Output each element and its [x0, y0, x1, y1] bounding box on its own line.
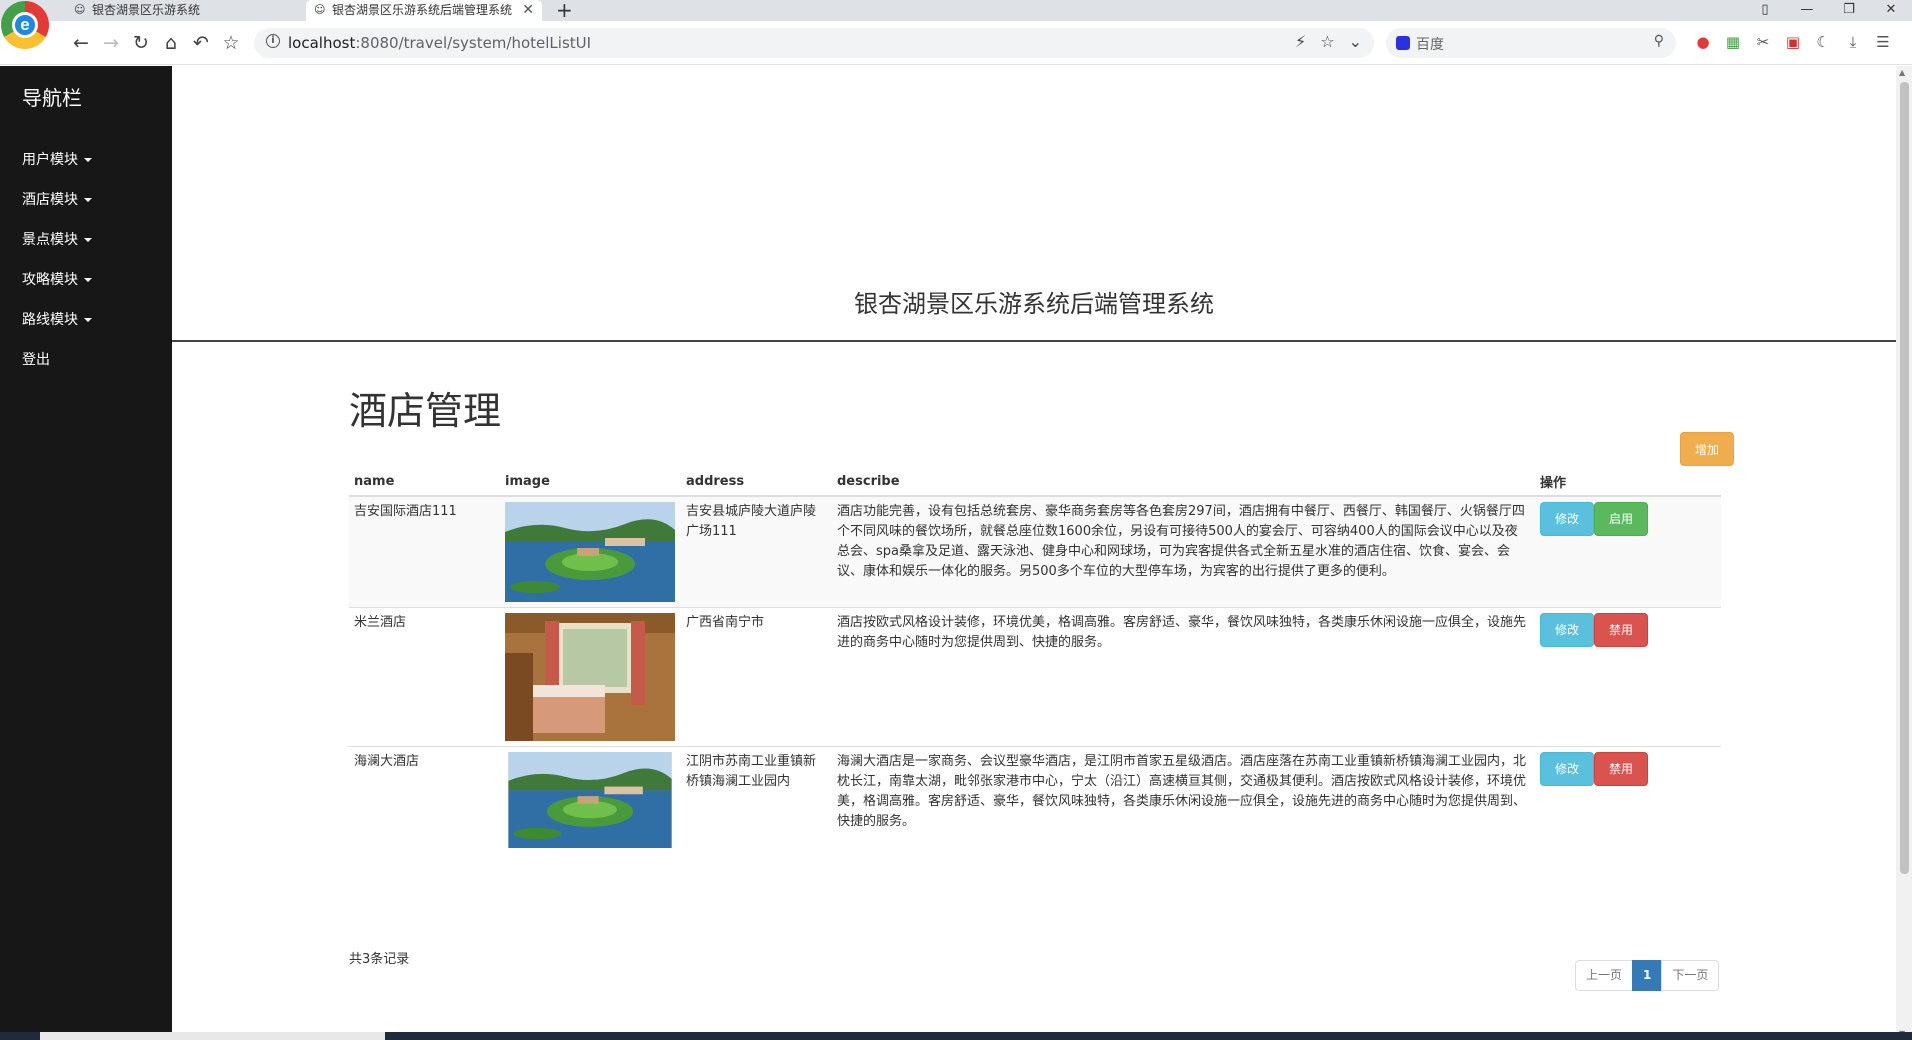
address-bar[interactable]: i localhost:8080/travel/system/hotelList… — [254, 28, 1374, 58]
column-header-image: image — [500, 468, 681, 497]
caret-down-icon — [84, 238, 92, 242]
browser-tab-title: 银杏湖景区乐游系统 — [92, 3, 201, 17]
home-icon[interactable]: ⌂ — [158, 30, 184, 56]
search-placeholder: 百度 — [1416, 37, 1444, 53]
hotel-image — [505, 613, 675, 741]
close-tab-icon[interactable]: ✕ — [522, 0, 534, 20]
browser-tab-title: 银杏湖景区乐游系统后端管理系统 — [332, 3, 513, 17]
weibo-icon[interactable]: ● — [1694, 33, 1712, 51]
scrollbar-thumb[interactable] — [1900, 82, 1909, 874]
sidebar: 导航栏 用户模块 酒店模块 景点模块 攻略模块 路线模块 登出 — [0, 66, 172, 1040]
browser-tab[interactable]: ☺ 银杏湖景区乐游系统 — [66, 0, 302, 21]
next-page-button[interactable]: 下一页 — [1661, 960, 1720, 991]
page-title: 酒店管理 — [349, 389, 502, 433]
pagination: 上一页 1 下一页 — [1575, 960, 1720, 991]
apps-grid-icon[interactable]: ▦ — [1724, 33, 1742, 51]
bookmark-star-icon[interactable]: ☆ — [218, 30, 244, 56]
taskbar-item[interactable] — [40, 1032, 385, 1040]
hotel-table: name image address describe 操作 吉安国际酒店111 — [349, 468, 1721, 853]
maximize-button[interactable]: ❐ — [1828, 0, 1870, 21]
hotel-name: 吉安国际酒店111 — [349, 495, 500, 608]
lightning-icon[interactable]: ⚡ — [1295, 32, 1306, 51]
sidebar-item-guide-module[interactable]: 攻略模块 — [0, 260, 172, 300]
sidebar-item-scenic-module[interactable]: 景点模块 — [0, 220, 172, 260]
reload-icon[interactable]: ↻ — [128, 30, 154, 56]
pdf-icon[interactable]: ▣ — [1784, 33, 1802, 51]
page-number-button[interactable]: 1 — [1632, 960, 1663, 991]
hotel-image — [505, 502, 675, 602]
table-row: 米兰酒店 广西省南宁市 酒店按欧式风格设计装修，环境优美，格调高雅。客房舒适、豪… — [349, 607, 1721, 747]
column-header-name: name — [349, 468, 500, 497]
browser-tab-active[interactable]: ☺ 银杏湖景区乐游系统后端管理系统 ✕ — [306, 0, 542, 21]
hotel-name: 海澜大酒店 — [349, 746, 500, 853]
table-row: 吉安国际酒店111 吉安县城庐陵大道庐陵广场111 酒店功能完善，设有包括总统套… — [349, 495, 1721, 608]
hotel-description: 酒店按欧式风格设计装修，环境优美，格调高雅。客房舒适、豪华，餐饮风味独特，各类康… — [832, 607, 1535, 747]
download-icon[interactable]: ⤓ — [1844, 33, 1862, 51]
caret-down-icon — [84, 318, 92, 322]
back-icon[interactable]: ← — [68, 30, 94, 56]
browser-toolbar: ← → ↻ ⌂ ↶ ☆ i localhost:8080/travel/syst… — [0, 21, 1912, 65]
sidebar-item-logout[interactable]: 登出 — [0, 340, 172, 380]
undo-icon[interactable]: ↶ — [188, 30, 214, 56]
table-header-row: name image address describe 操作 — [349, 468, 1721, 497]
page-favicon-icon: ☺ — [314, 3, 326, 16]
scissors-icon[interactable]: ✂ — [1754, 33, 1772, 51]
scroll-up-icon[interactable]: ▲ — [1899, 68, 1905, 77]
sidebar-nav: 用户模块 酒店模块 景点模块 攻略模块 路线模块 登出 — [0, 140, 172, 380]
prev-page-button[interactable]: 上一页 — [1575, 960, 1634, 991]
sidebar-brand[interactable]: 导航栏 — [22, 82, 82, 111]
sidebar-item-route-module[interactable]: 路线模块 — [0, 300, 172, 340]
caret-down-icon — [84, 158, 92, 162]
window-controls: ▯ — ❐ ✕ — [1744, 0, 1912, 21]
disable-button[interactable]: 禁用 — [1594, 613, 1648, 647]
sidebar-item-hotel-module[interactable]: 酒店模块 — [0, 180, 172, 220]
edit-button[interactable]: 修改 — [1540, 502, 1594, 536]
hotel-description: 酒店功能完善，设有包括总统套房、豪华商务套房等各色套房297间，酒店拥有中餐厅、… — [832, 495, 1535, 608]
hotel-image — [505, 752, 675, 848]
os-taskbar — [0, 1032, 1912, 1040]
new-tab-button[interactable]: + — [556, 0, 573, 22]
search-engine-box[interactable]: 百度 ⚲ — [1386, 28, 1676, 58]
main-content: 银杏湖景区乐游系统后端管理系统 酒店管理 增加 name image addre… — [172, 66, 1896, 1040]
night-mode-icon[interactable]: ☾ — [1814, 33, 1832, 51]
caret-down-icon — [84, 278, 92, 282]
page-scrollbar[interactable]: ▲ ▼ — [1896, 66, 1912, 1040]
table-row: 海澜大酒店 江阴市苏南工业重镇新桥镇海澜工业园内 海澜大酒店是一家商务、会议型豪… — [349, 746, 1721, 853]
hotel-name: 米兰酒店 — [349, 607, 500, 747]
sidebar-item-user-module[interactable]: 用户模块 — [0, 140, 172, 180]
column-header-address: address — [681, 468, 832, 497]
enable-button[interactable]: 启用 — [1594, 502, 1648, 536]
disable-button[interactable]: 禁用 — [1594, 752, 1648, 786]
minimize-button[interactable]: — — [1786, 0, 1828, 21]
forward-icon[interactable]: → — [98, 30, 124, 56]
edit-button[interactable]: 修改 — [1540, 613, 1594, 647]
menu-icon[interactable]: ☰ — [1874, 33, 1892, 51]
browser-tab-strip: e ☺ 银杏湖景区乐游系统 ☺ 银杏湖景区乐游系统后端管理系统 ✕ + ▯ — … — [0, 0, 1912, 49]
search-icon[interactable]: ⚲ — [1654, 33, 1664, 49]
hotel-address: 广西省南宁市 — [681, 607, 832, 747]
column-header-describe: describe — [832, 468, 1535, 497]
chevron-down-icon[interactable]: ⌄ — [1349, 32, 1362, 51]
system-title: 银杏湖景区乐游系统后端管理系统 — [854, 290, 1214, 318]
column-header-actions: 操作 — [1535, 468, 1721, 497]
record-count: 共3条记录 — [349, 952, 410, 967]
edit-button[interactable]: 修改 — [1540, 752, 1594, 786]
caret-down-icon — [84, 198, 92, 202]
header-divider — [172, 340, 1896, 342]
close-window-button[interactable]: ✕ — [1870, 0, 1912, 21]
extension-icons: ● ▦ ✂ ▣ ☾ ⤓ ☰ — [1694, 33, 1892, 51]
hotel-address: 江阴市苏南工业重镇新桥镇海澜工业园内 — [681, 746, 832, 853]
baidu-icon — [1396, 36, 1410, 50]
hotel-address: 吉安县城庐陵大道庐陵广场111 — [681, 495, 832, 608]
site-info-icon[interactable]: i — [266, 34, 280, 48]
browser-logo-icon[interactable]: e — [1, 1, 49, 49]
favorite-star-icon[interactable]: ☆ — [1320, 32, 1334, 51]
add-hotel-button[interactable]: 增加 — [1680, 432, 1734, 466]
address-url[interactable]: localhost:8080/travel/system/hotelListUI — [288, 34, 591, 52]
page-favicon-icon: ☺ — [74, 3, 86, 16]
restore-icon[interactable]: ▯ — [1744, 0, 1786, 21]
hotel-description: 海澜大酒店是一家商务、会议型豪华酒店，是江阴市首家五星级酒店。酒店座落在苏南工业… — [832, 746, 1535, 853]
